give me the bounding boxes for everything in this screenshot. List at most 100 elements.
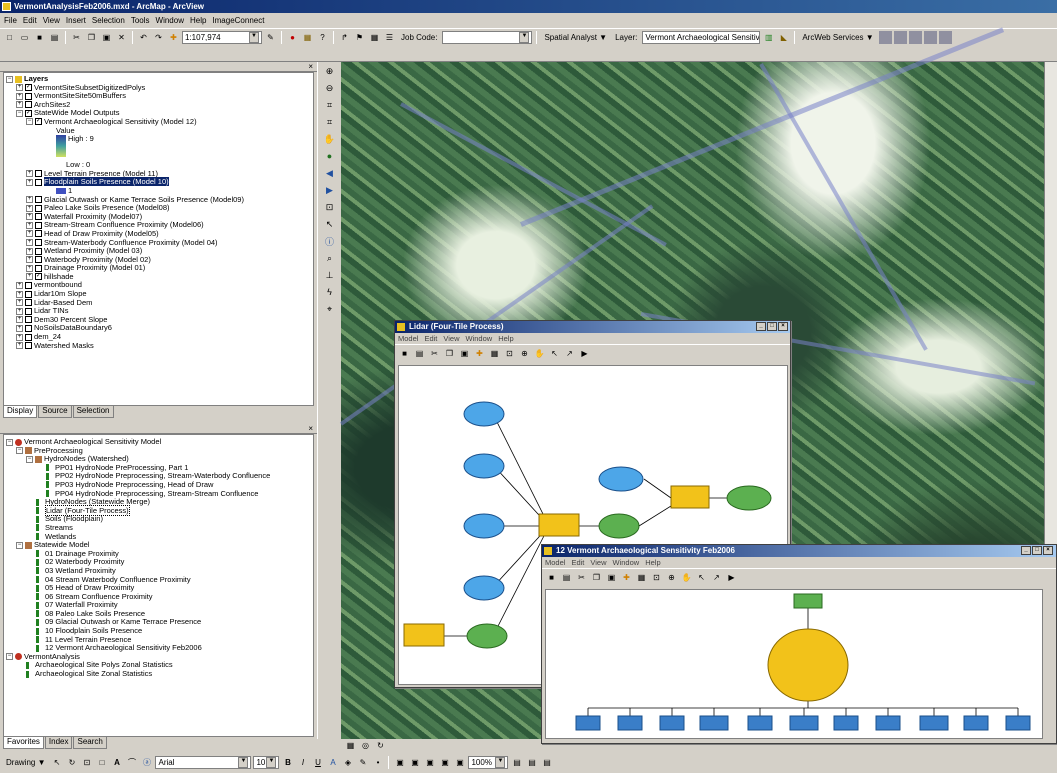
callout-icon[interactable]: ⌒ xyxy=(125,756,138,769)
flag-icon[interactable]: ⚑ xyxy=(353,31,366,44)
copy-icon[interactable]: ❐ xyxy=(590,571,603,584)
layer-checkbox[interactable] xyxy=(25,333,32,341)
layer-checkbox[interactable] xyxy=(25,290,32,298)
font-color-icon[interactable]: A xyxy=(326,756,339,769)
minimize-button[interactable]: _ xyxy=(1021,546,1031,555)
tab-display[interactable]: Display xyxy=(3,406,38,418)
layer-checkbox[interactable] xyxy=(35,178,42,186)
expand-toggle[interactable]: + xyxy=(26,247,33,255)
tab-selection[interactable]: Selection xyxy=(72,406,114,418)
table-icon[interactable]: ▦ xyxy=(368,31,381,44)
expand-toggle[interactable]: + xyxy=(26,170,33,178)
contour-icon[interactable]: ◣ xyxy=(777,31,790,44)
layout-tool-icon[interactable]: ▣ xyxy=(453,756,466,769)
marker-color-icon[interactable]: • xyxy=(371,756,384,769)
menu-edit[interactable]: Edit xyxy=(571,558,584,567)
paste-icon[interactable]: ▣ xyxy=(100,31,113,44)
menu-model[interactable]: Model xyxy=(398,334,418,343)
menu-help[interactable]: Help xyxy=(645,558,660,567)
forward-icon[interactable]: ▶ xyxy=(323,183,337,197)
delete-icon[interactable]: ✕ xyxy=(115,31,128,44)
layer-checkbox[interactable] xyxy=(35,230,42,238)
scale-combo[interactable]: 1:107,974 ▼ xyxy=(182,31,262,44)
paste-icon[interactable]: ▣ xyxy=(458,347,471,360)
connect-icon[interactable]: ↗ xyxy=(563,347,576,360)
print-icon[interactable]: ▤ xyxy=(560,571,573,584)
copy-icon[interactable]: ❐ xyxy=(443,347,456,360)
layer-checkbox[interactable] xyxy=(35,196,42,204)
layout-tool-icon[interactable]: ▣ xyxy=(438,756,451,769)
layout-tool-icon[interactable]: ▣ xyxy=(408,756,421,769)
line-color-icon[interactable]: ✎ xyxy=(356,756,369,769)
layout-tool-icon[interactable]: ▤ xyxy=(525,756,538,769)
select-icon[interactable]: ↖ xyxy=(548,347,561,360)
save-icon[interactable]: ■ xyxy=(545,571,558,584)
layer-name[interactable]: Floodplain Soils Presence (Model 10) xyxy=(44,177,169,187)
pan-icon[interactable]: ✋ xyxy=(680,571,693,584)
layer-checkbox[interactable]: ✓ xyxy=(35,273,42,281)
go-to-xy-icon[interactable]: ⌖ xyxy=(323,302,337,316)
full-extent-icon[interactable]: ● xyxy=(323,149,337,163)
layout-tool-icon[interactable]: ▤ xyxy=(510,756,523,769)
menu-model[interactable]: Model xyxy=(545,558,565,567)
layer-checkbox[interactable] xyxy=(25,92,32,100)
layout-icon[interactable]: ▦ xyxy=(488,347,501,360)
expand-toggle[interactable]: + xyxy=(16,281,23,289)
expand-toggle[interactable]: + xyxy=(16,333,23,341)
layer-combo[interactable]: Vermont Archaeological Sensitivit▼ xyxy=(642,31,761,44)
layer-checkbox[interactable] xyxy=(25,281,32,289)
pan-icon[interactable]: ✋ xyxy=(323,132,337,146)
expand-toggle[interactable]: + xyxy=(16,324,23,332)
expand-toggle[interactable]: + xyxy=(26,230,33,238)
layer-checkbox[interactable] xyxy=(35,170,42,178)
zoom-out-icon[interactable]: ⊖ xyxy=(323,81,337,95)
menu-edit[interactable]: Edit xyxy=(23,16,37,26)
menu-tools[interactable]: Tools xyxy=(131,16,150,26)
close-icon[interactable]: × xyxy=(308,62,313,71)
expand-toggle[interactable]: − xyxy=(16,447,23,455)
underline-icon[interactable]: U xyxy=(311,756,324,769)
fixed-zoom-out-icon[interactable]: ⌗ xyxy=(323,115,337,129)
cut-icon[interactable]: ✂ xyxy=(428,347,441,360)
layer-checkbox[interactable] xyxy=(25,342,32,350)
expand-toggle[interactable]: + xyxy=(26,196,33,204)
cut-icon[interactable]: ✂ xyxy=(575,571,588,584)
layer-checkbox[interactable]: ✓ xyxy=(35,118,42,126)
layer-checkbox[interactable] xyxy=(25,299,32,307)
add-data-icon[interactable]: ✚ xyxy=(167,31,180,44)
select-elements-icon[interactable]: ↖ xyxy=(50,756,63,769)
expand-toggle[interactable]: + xyxy=(26,178,33,186)
layer-checkbox[interactable] xyxy=(25,316,32,324)
expand-toggle[interactable]: − xyxy=(6,438,13,446)
open-icon[interactable]: ▭ xyxy=(18,31,31,44)
undo-icon[interactable]: ↶ xyxy=(137,31,150,44)
arcweb-services-menu[interactable]: ArcWeb Services ▼ xyxy=(799,33,876,42)
expand-toggle[interactable]: + xyxy=(16,316,23,324)
select-features-icon[interactable]: ⊡ xyxy=(323,200,337,214)
layer-checkbox[interactable] xyxy=(25,307,32,315)
fixed-zoom-in-icon[interactable]: ⌗ xyxy=(323,98,337,112)
expand-toggle[interactable]: − xyxy=(26,455,33,463)
redo-icon[interactable]: ↷ xyxy=(152,31,165,44)
expand-toggle[interactable]: + xyxy=(16,307,23,315)
expand-toggle[interactable]: + xyxy=(26,256,33,264)
connect-icon[interactable]: ↗ xyxy=(710,571,723,584)
identify-icon[interactable]: ⓘ xyxy=(323,234,337,248)
toc-layer-item[interactable]: + Floodplain Soils Presence (Model 10) xyxy=(6,177,313,187)
editor-icon[interactable]: ✎ xyxy=(264,31,277,44)
run-icon[interactable]: ▶ xyxy=(578,347,591,360)
toc-layer-item[interactable]: − ✓ Vermont Archaeological Sensitivity (Mo… xyxy=(6,117,313,127)
toc-layer-item[interactable]: + Watershed Masks xyxy=(6,341,313,351)
maximize-button[interactable]: □ xyxy=(1032,546,1042,555)
full-extent-icon[interactable]: ⊡ xyxy=(503,347,516,360)
copy-icon[interactable]: ❐ xyxy=(85,31,98,44)
drawing-menu[interactable]: Drawing ▼ xyxy=(3,758,48,767)
menu-view[interactable]: View xyxy=(43,16,60,26)
layer-checkbox[interactable] xyxy=(35,264,42,272)
web-tool-icon[interactable] xyxy=(923,31,937,44)
web-tool-icon[interactable] xyxy=(893,31,907,44)
text-icon[interactable]: A xyxy=(110,756,123,769)
close-icon[interactable]: × xyxy=(308,424,313,433)
layer-checkbox[interactable] xyxy=(35,239,42,247)
expand-toggle[interactable]: + xyxy=(26,239,33,247)
